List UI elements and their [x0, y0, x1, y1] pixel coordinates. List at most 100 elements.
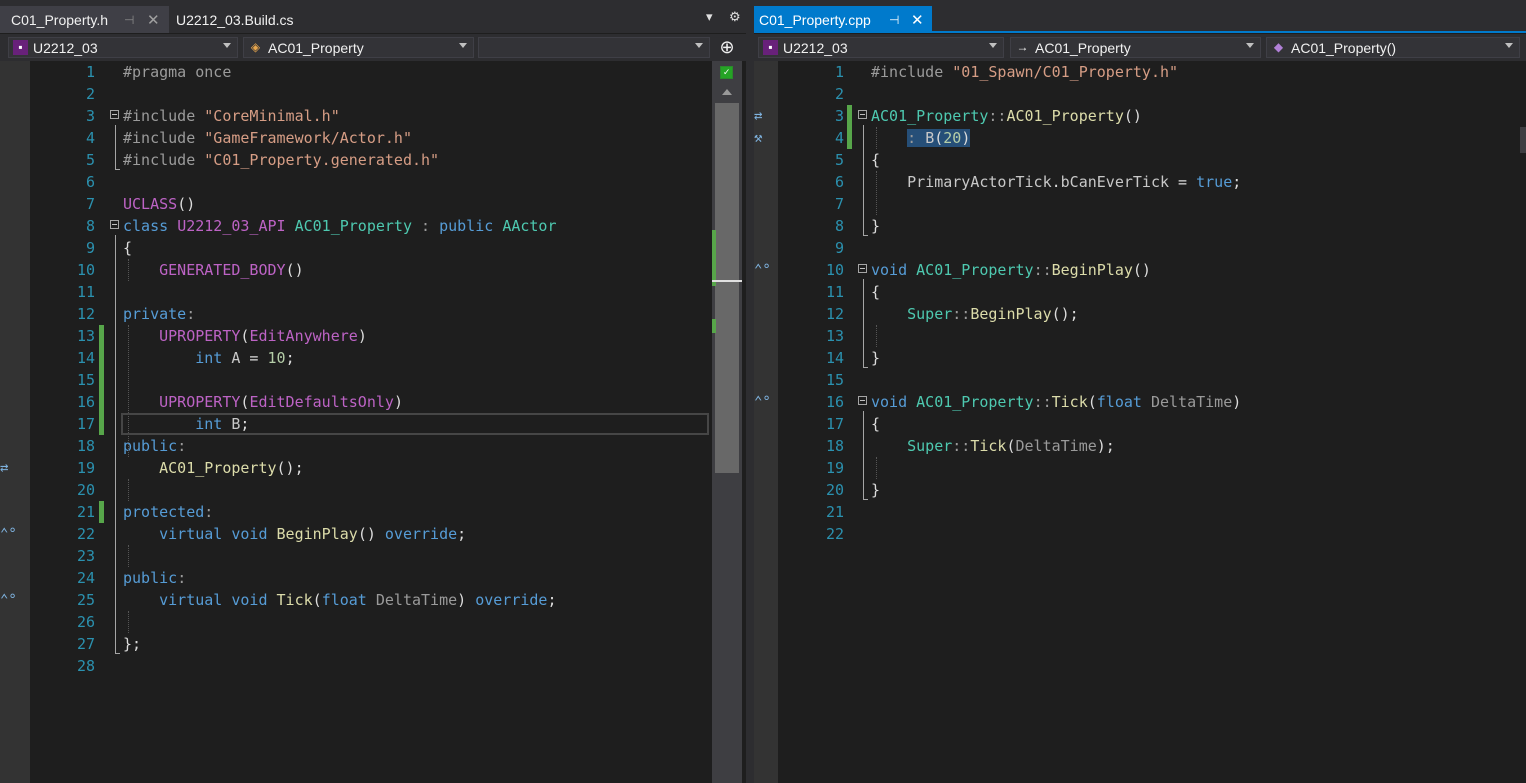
code-line[interactable]: 14 int A = 10; — [0, 347, 710, 369]
code-line[interactable]: 20} — [754, 479, 1520, 501]
code-line[interactable]: 9 — [754, 237, 1520, 259]
code-line[interactable]: 6 PrimaryActorTick.bCanEverTick = true; — [754, 171, 1520, 193]
override-icon[interactable]: ⌃° — [754, 391, 771, 413]
close-icon[interactable]: ✕ — [911, 11, 924, 29]
code-line[interactable]: 7 UCLASS() — [0, 193, 710, 215]
code-line[interactable]: 18 public: — [0, 435, 710, 457]
line-number: 2 — [834, 85, 844, 103]
code-line[interactable]: 7 — [754, 193, 1520, 215]
code-line[interactable]: 4 : B(20) ⚒ — [754, 127, 1520, 149]
implementation-link-icon[interactable]: ⇄ — [0, 457, 8, 479]
left-navigation-bar: ▪ U2212_03 ◈ AC01_Property ⊕ — [0, 34, 746, 61]
code-line[interactable]: 26 — [0, 611, 710, 633]
code-line[interactable]: 10 void AC01_Property::BeginPlay() ⌃° — [754, 259, 1520, 281]
line-number: 23 — [76, 547, 95, 565]
line-number: 17 — [825, 415, 844, 433]
code-line[interactable]: 22 virtual void BeginPlay() override; ⌃° — [0, 523, 710, 545]
build-hammer-icon[interactable]: ⚒ — [754, 127, 762, 149]
pane-splitter[interactable] — [746, 0, 754, 783]
code-line[interactable]: 19 — [754, 457, 1520, 479]
code-line[interactable]: 17 { — [754, 413, 1520, 435]
code-line[interactable]: 19 AC01_Property(); ⇄ — [0, 457, 710, 479]
project-combo[interactable]: ▪ U2212_03 — [8, 37, 238, 58]
collapse-toggle-icon[interactable] — [858, 396, 867, 405]
settings-icon[interactable]: ⚙ — [729, 9, 741, 25]
line-number: 22 — [76, 525, 95, 543]
code-line[interactable]: 2 — [0, 83, 710, 105]
code-line[interactable]: 9{ — [0, 237, 710, 259]
collapse-toggle-icon[interactable] — [110, 110, 119, 119]
vertical-scrollbar[interactable]: ✓ — [712, 61, 742, 783]
tab-u2212-03-build-cs[interactable]: U2212_03.Build.cs — [165, 6, 315, 33]
fold-line — [863, 235, 868, 236]
member-combo[interactable] — [478, 37, 710, 58]
code-line[interactable]: 11 — [0, 281, 710, 303]
code-line[interactable]: 20 — [0, 479, 710, 501]
collapse-toggle-icon[interactable] — [110, 220, 119, 229]
code-line[interactable]: 15 — [0, 369, 710, 391]
override-icon[interactable]: ⌃° — [754, 259, 771, 281]
scope-combo[interactable]: ◈ AC01_Property — [243, 37, 474, 58]
indent-guide — [876, 325, 877, 347]
code-line[interactable]: 12 private: — [0, 303, 710, 325]
method-icon: ◆ — [1273, 40, 1284, 54]
code-text: : B(20) — [907, 129, 971, 147]
code-line[interactable]: 4 #include "GameFramework/Actor.h" — [0, 127, 710, 149]
code-line[interactable]: 24 public: — [0, 567, 710, 589]
collapse-toggle-icon[interactable] — [858, 264, 867, 273]
pin-icon[interactable]: ⊣ — [889, 13, 899, 27]
code-line[interactable]: 8 class U2212_03_API AC01_Property : publ… — [0, 215, 710, 237]
pin-icon[interactable]: ⊣ — [124, 13, 134, 27]
member-combo[interactable]: ◆ AC01_Property() — [1266, 37, 1520, 58]
scope-combo[interactable]: → AC01_Property — [1010, 37, 1261, 58]
collapse-toggle-icon[interactable] — [858, 110, 867, 119]
split-window-icon[interactable]: ⊕ — [715, 37, 739, 58]
tab-list-dropdown-icon[interactable]: ▾ — [706, 9, 713, 25]
code-line[interactable]: 25 virtual void Tick(float DeltaTime) ov… — [0, 589, 710, 611]
change-marker — [712, 319, 716, 333]
vertical-scrollbar[interactable] — [1520, 127, 1526, 153]
code-line[interactable]: 22 — [754, 523, 1520, 545]
code-line[interactable]: 8} — [754, 215, 1520, 237]
line-number: 5 — [834, 151, 844, 169]
project-combo[interactable]: ▪ U2212_03 — [758, 37, 1004, 58]
code-line[interactable]: 3 #include "CoreMinimal.h" — [0, 105, 710, 127]
code-line[interactable]: 13 UPROPERTY(EditAnywhere) — [0, 325, 710, 347]
code-line[interactable]: 21 protected: — [0, 501, 710, 523]
code-line[interactable]: 15 — [754, 369, 1520, 391]
code-line[interactable]: 28 — [0, 655, 710, 677]
code-line[interactable]: 16 UPROPERTY(EditDefaultsOnly) — [0, 391, 710, 413]
code-line[interactable]: 21 — [754, 501, 1520, 523]
code-line[interactable]: 2 — [754, 83, 1520, 105]
tab-c01-property-cpp[interactable]: C01_Property.cpp ⊣ ✕ — [754, 6, 932, 33]
close-icon[interactable]: ✕ — [147, 11, 160, 29]
code-line[interactable]: 5{ — [754, 149, 1520, 171]
line-number: 9 — [85, 239, 95, 257]
code-line[interactable]: 13 — [754, 325, 1520, 347]
code-line[interactable]: 10 GENERATED_BODY() — [0, 259, 710, 281]
tab-c01-property-h[interactable]: C01_Property.h ⊣ ✕ — [0, 6, 169, 33]
code-line[interactable]: 18 Super::Tick(DeltaTime); — [754, 435, 1520, 457]
code-line[interactable]: 6 — [0, 171, 710, 193]
left-code-editor[interactable]: 1 #pragma once 2 3 #include "CoreMinimal.h" 4… — [0, 61, 746, 783]
right-code-editor[interactable]: 1 #include "01_Spawn/C01_Property.h" 2 3 AC0… — [754, 61, 1526, 783]
code-line[interactable]: 1 #pragma once — [0, 61, 710, 83]
right-editor-pane: C01_Property.cpp ⊣ ✕ ▪ U2212_03 → AC01_P… — [754, 0, 1526, 783]
code-line[interactable]: 5 #include "C01_Property.generated.h" — [0, 149, 710, 171]
code-line[interactable]: 12 Super::BeginPlay(); — [754, 303, 1520, 325]
code-line[interactable]: 3 AC01_Property::AC01_Property() ⇄ — [754, 105, 1520, 127]
override-icon[interactable]: ⌃° — [0, 523, 17, 545]
code-line[interactable]: 16 void AC01_Property::Tick(float DeltaTi… — [754, 391, 1520, 413]
code-line[interactable]: 27}; — [0, 633, 710, 655]
override-icon[interactable]: ⌃° — [0, 589, 17, 611]
code-line[interactable]: 11 { — [754, 281, 1520, 303]
class-icon: ◈ — [250, 40, 261, 54]
scrollbar-thumb[interactable] — [715, 103, 739, 473]
indent-guide — [128, 259, 129, 281]
code-line[interactable]: 23 — [0, 545, 710, 567]
line-number: 12 — [76, 305, 95, 323]
declaration-link-icon[interactable]: ⇄ — [754, 105, 762, 127]
scroll-up-icon[interactable] — [722, 89, 732, 95]
code-line[interactable]: 14} — [754, 347, 1520, 369]
code-line[interactable]: 1 #include "01_Spawn/C01_Property.h" — [754, 61, 1520, 83]
